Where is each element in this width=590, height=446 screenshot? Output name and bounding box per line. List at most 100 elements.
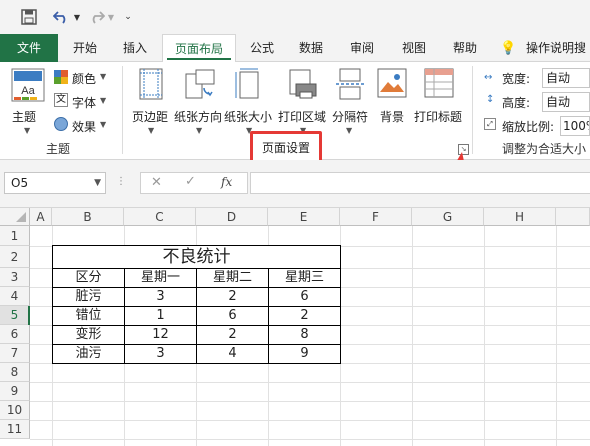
table-border bbox=[52, 245, 53, 364]
table-header-cell[interactable]: 星期三 bbox=[269, 268, 340, 287]
size-button[interactable]: 纸张大小 ▼ bbox=[224, 68, 274, 140]
theme-button[interactable]: Aa 主题 ▼ bbox=[8, 68, 48, 140]
enter-icon[interactable]: ✓ bbox=[185, 174, 196, 189]
colors-button[interactable]: 颜色 ▼ bbox=[54, 68, 112, 88]
tab-data[interactable]: 数据 bbox=[288, 34, 334, 62]
table-cell[interactable]: 6 bbox=[269, 287, 340, 306]
redo-icon[interactable] bbox=[86, 6, 108, 28]
row-header[interactable]: 10 bbox=[0, 401, 30, 420]
column-header[interactable]: B bbox=[52, 208, 124, 226]
print-titles-icon bbox=[424, 68, 454, 98]
table-border bbox=[52, 245, 341, 246]
tab-home[interactable]: 开始 bbox=[62, 34, 108, 62]
quick-access-toolbar: ▼ ▼ ⌄ bbox=[0, 0, 590, 34]
column-header[interactable] bbox=[556, 208, 590, 226]
table-cell[interactable]: 4 bbox=[197, 344, 268, 363]
name-box-dropdown-icon[interactable]: ▼ bbox=[94, 173, 101, 193]
redo-dropdown-icon[interactable]: ▼ bbox=[106, 6, 116, 28]
table-cell[interactable]: 2 bbox=[197, 287, 268, 306]
print-area-button[interactable]: 打印区域 ▼ bbox=[276, 68, 328, 140]
tab-page-layout[interactable]: 页面布局 bbox=[162, 34, 236, 63]
formula-input[interactable] bbox=[250, 172, 590, 194]
row-header[interactable]: 11 bbox=[0, 420, 30, 439]
row-header-selected[interactable]: 5 bbox=[0, 306, 30, 325]
row-header[interactable]: 6 bbox=[0, 325, 30, 344]
effects-label: 效果 bbox=[72, 120, 97, 134]
background-label: 背景 bbox=[380, 110, 405, 124]
tab-formulas[interactable]: 公式 bbox=[240, 34, 284, 62]
undo-dropdown-icon[interactable]: ▼ bbox=[72, 6, 82, 28]
breaks-button[interactable]: 分隔符 ▼ bbox=[330, 68, 370, 140]
print-area-label: 打印区域 bbox=[278, 110, 327, 124]
row-header[interactable]: 9 bbox=[0, 382, 30, 401]
table-cell[interactable]: 3 bbox=[125, 287, 196, 306]
row-header[interactable]: 4 bbox=[0, 287, 30, 306]
table-cell[interactable]: 油污 bbox=[53, 344, 124, 363]
name-box-value: O5 bbox=[11, 176, 29, 190]
breaks-label: 分隔符 bbox=[332, 110, 369, 124]
tab-help[interactable]: 帮助 bbox=[442, 34, 488, 62]
orientation-button[interactable]: 纸张方向 ▼ bbox=[174, 68, 224, 140]
column-header[interactable]: H bbox=[484, 208, 556, 226]
table-cell[interactable]: 变形 bbox=[53, 325, 124, 344]
select-all-corner[interactable] bbox=[0, 208, 30, 226]
orientation-label: 纸张方向 bbox=[174, 110, 223, 124]
cancel-icon[interactable]: ✕ bbox=[151, 175, 162, 190]
column-header[interactable]: F bbox=[340, 208, 412, 226]
fonts-button[interactable]: 文 字体 ▼ bbox=[54, 92, 112, 112]
table-header-cell[interactable]: 星期二 bbox=[197, 268, 268, 287]
table-header-cell[interactable]: 星期一 bbox=[125, 268, 196, 287]
tab-review[interactable]: 审阅 bbox=[338, 34, 386, 62]
tab-view[interactable]: 视图 bbox=[390, 34, 438, 62]
print-titles-button[interactable]: 打印标题 bbox=[412, 68, 464, 128]
fonts-icon: 文 bbox=[54, 93, 68, 107]
table-cell[interactable]: 脏污 bbox=[53, 287, 124, 306]
column-header[interactable]: E bbox=[268, 208, 340, 226]
table-cell[interactable]: 3 bbox=[125, 344, 196, 363]
customize-toolbar-icon[interactable]: ⌄ bbox=[122, 6, 134, 28]
width-select[interactable]: 自动 bbox=[542, 68, 590, 88]
table-cell[interactable]: 2 bbox=[269, 306, 340, 325]
background-button[interactable]: 背景 bbox=[374, 68, 410, 128]
undo-icon[interactable] bbox=[50, 6, 72, 28]
name-box[interactable]: O5 ▼ bbox=[4, 172, 106, 194]
insert-function-icon[interactable]: fx bbox=[221, 175, 232, 189]
scale-group-label: 调整为合适大小 bbox=[502, 142, 587, 156]
column-header[interactable]: G bbox=[412, 208, 484, 226]
row-header[interactable]: 8 bbox=[0, 363, 30, 382]
column-header[interactable]: C bbox=[124, 208, 196, 226]
height-icon: ↕ bbox=[486, 94, 495, 105]
orientation-icon bbox=[185, 69, 215, 99]
colors-icon bbox=[54, 70, 68, 84]
scale-input[interactable]: 100% bbox=[560, 116, 590, 136]
table-cell[interactable]: 1 bbox=[125, 306, 196, 325]
row-header[interactable]: 7 bbox=[0, 344, 30, 363]
formula-buttons: ✕ ✓ fx bbox=[140, 172, 248, 194]
column-header[interactable]: D bbox=[196, 208, 268, 226]
save-icon[interactable] bbox=[18, 6, 40, 28]
row-header[interactable]: 1 bbox=[0, 226, 30, 246]
table-cell[interactable]: 9 bbox=[269, 344, 340, 363]
column-header[interactable]: A bbox=[30, 208, 52, 226]
tab-file[interactable]: 文件 bbox=[0, 34, 58, 62]
table-cell[interactable]: 6 bbox=[197, 306, 268, 325]
row-header[interactable]: 2 bbox=[0, 246, 30, 268]
theme-dropdown-icon: ▼ bbox=[24, 126, 31, 135]
effects-button[interactable]: 效果 ▼ bbox=[54, 116, 112, 136]
tell-me-button[interactable]: 💡 操作说明搜 bbox=[500, 34, 590, 62]
table-cell[interactable]: 8 bbox=[269, 325, 340, 344]
worksheet-grid[interactable]: A B C D E F G H 1 2 3 4 5 6 7 8 9 10 11 … bbox=[0, 208, 590, 446]
table-border bbox=[124, 268, 125, 364]
table-cell[interactable]: 2 bbox=[197, 325, 268, 344]
page-setup-group-label: 页面设置 bbox=[250, 131, 322, 163]
margins-button[interactable]: 页边距 ▼ bbox=[128, 68, 174, 140]
table-header-cell[interactable]: 区分 bbox=[53, 268, 124, 287]
table-cell[interactable]: 错位 bbox=[53, 306, 124, 325]
tab-insert[interactable]: 插入 bbox=[112, 34, 158, 62]
table-cell[interactable]: 12 bbox=[125, 325, 196, 344]
row-header[interactable]: 3 bbox=[0, 268, 30, 287]
height-control: ↕ 高度: 自动 bbox=[484, 92, 590, 114]
height-select[interactable]: 自动 bbox=[542, 92, 590, 112]
size-icon bbox=[235, 68, 259, 99]
sheet-title[interactable]: 不良统计 bbox=[53, 246, 340, 268]
